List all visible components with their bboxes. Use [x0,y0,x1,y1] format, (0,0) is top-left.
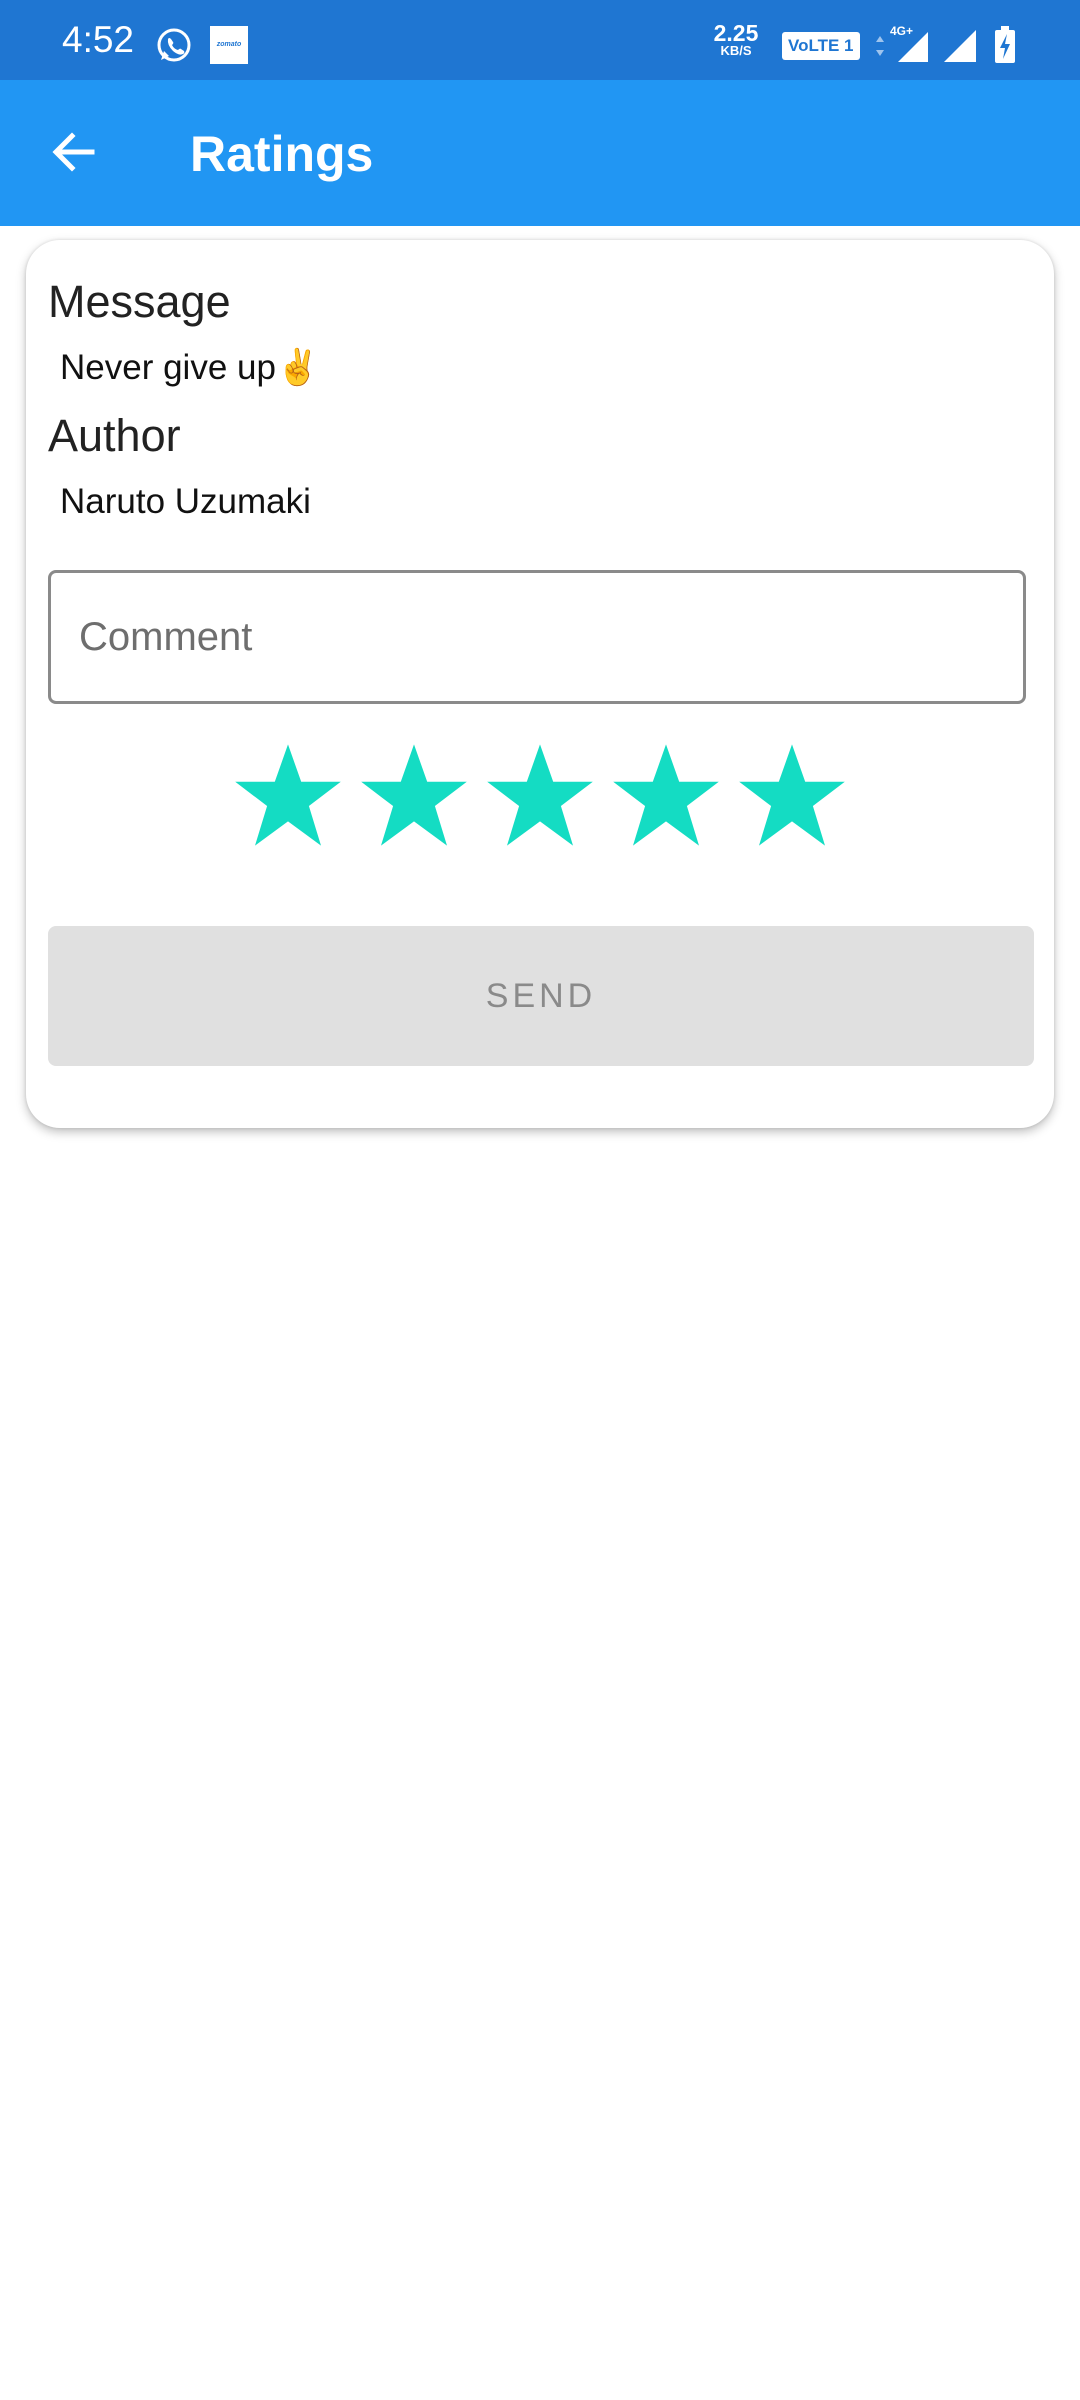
network-arrows-icon [876,36,884,56]
network-speed-value: 2.25 [713,20,759,46]
message-value: Never give up✌️ [60,348,320,387]
message-label: Message [48,276,231,327]
page-title: Ratings [190,126,374,182]
star-icon[interactable] [233,740,343,850]
star-icon[interactable] [359,740,469,850]
star-icon[interactable] [485,740,595,850]
comment-input[interactable] [48,570,1026,704]
status-time: 4:52 [62,19,135,60]
author-value: Naruto Uzumaki [60,482,311,521]
network-speed: 2.25 KB/S [710,22,762,58]
rating-card: Message Never give up✌️ Author Naruto Uz… [26,240,1054,1128]
arrow-left-icon[interactable] [38,116,110,188]
rating-bar[interactable] [26,740,1054,860]
star-icon[interactable] [737,740,847,850]
send-button[interactable]: SEND [48,926,1034,1066]
zomato-icon: zomato [210,26,248,64]
volte-badge: VoLTE 1 [782,32,860,60]
author-label: Author [48,410,181,461]
battery-charging-icon [995,26,1015,63]
star-icon[interactable] [611,740,721,850]
status-bar: 4:52 zomato 2.25 KB/S VoLTE 1 4G+ [0,0,1080,80]
signal-icon [944,30,976,62]
signal-icon [898,32,928,62]
whatsapp-icon [157,28,191,62]
app-bar [0,80,1080,226]
network-speed-unit: KB/S [720,43,752,58]
